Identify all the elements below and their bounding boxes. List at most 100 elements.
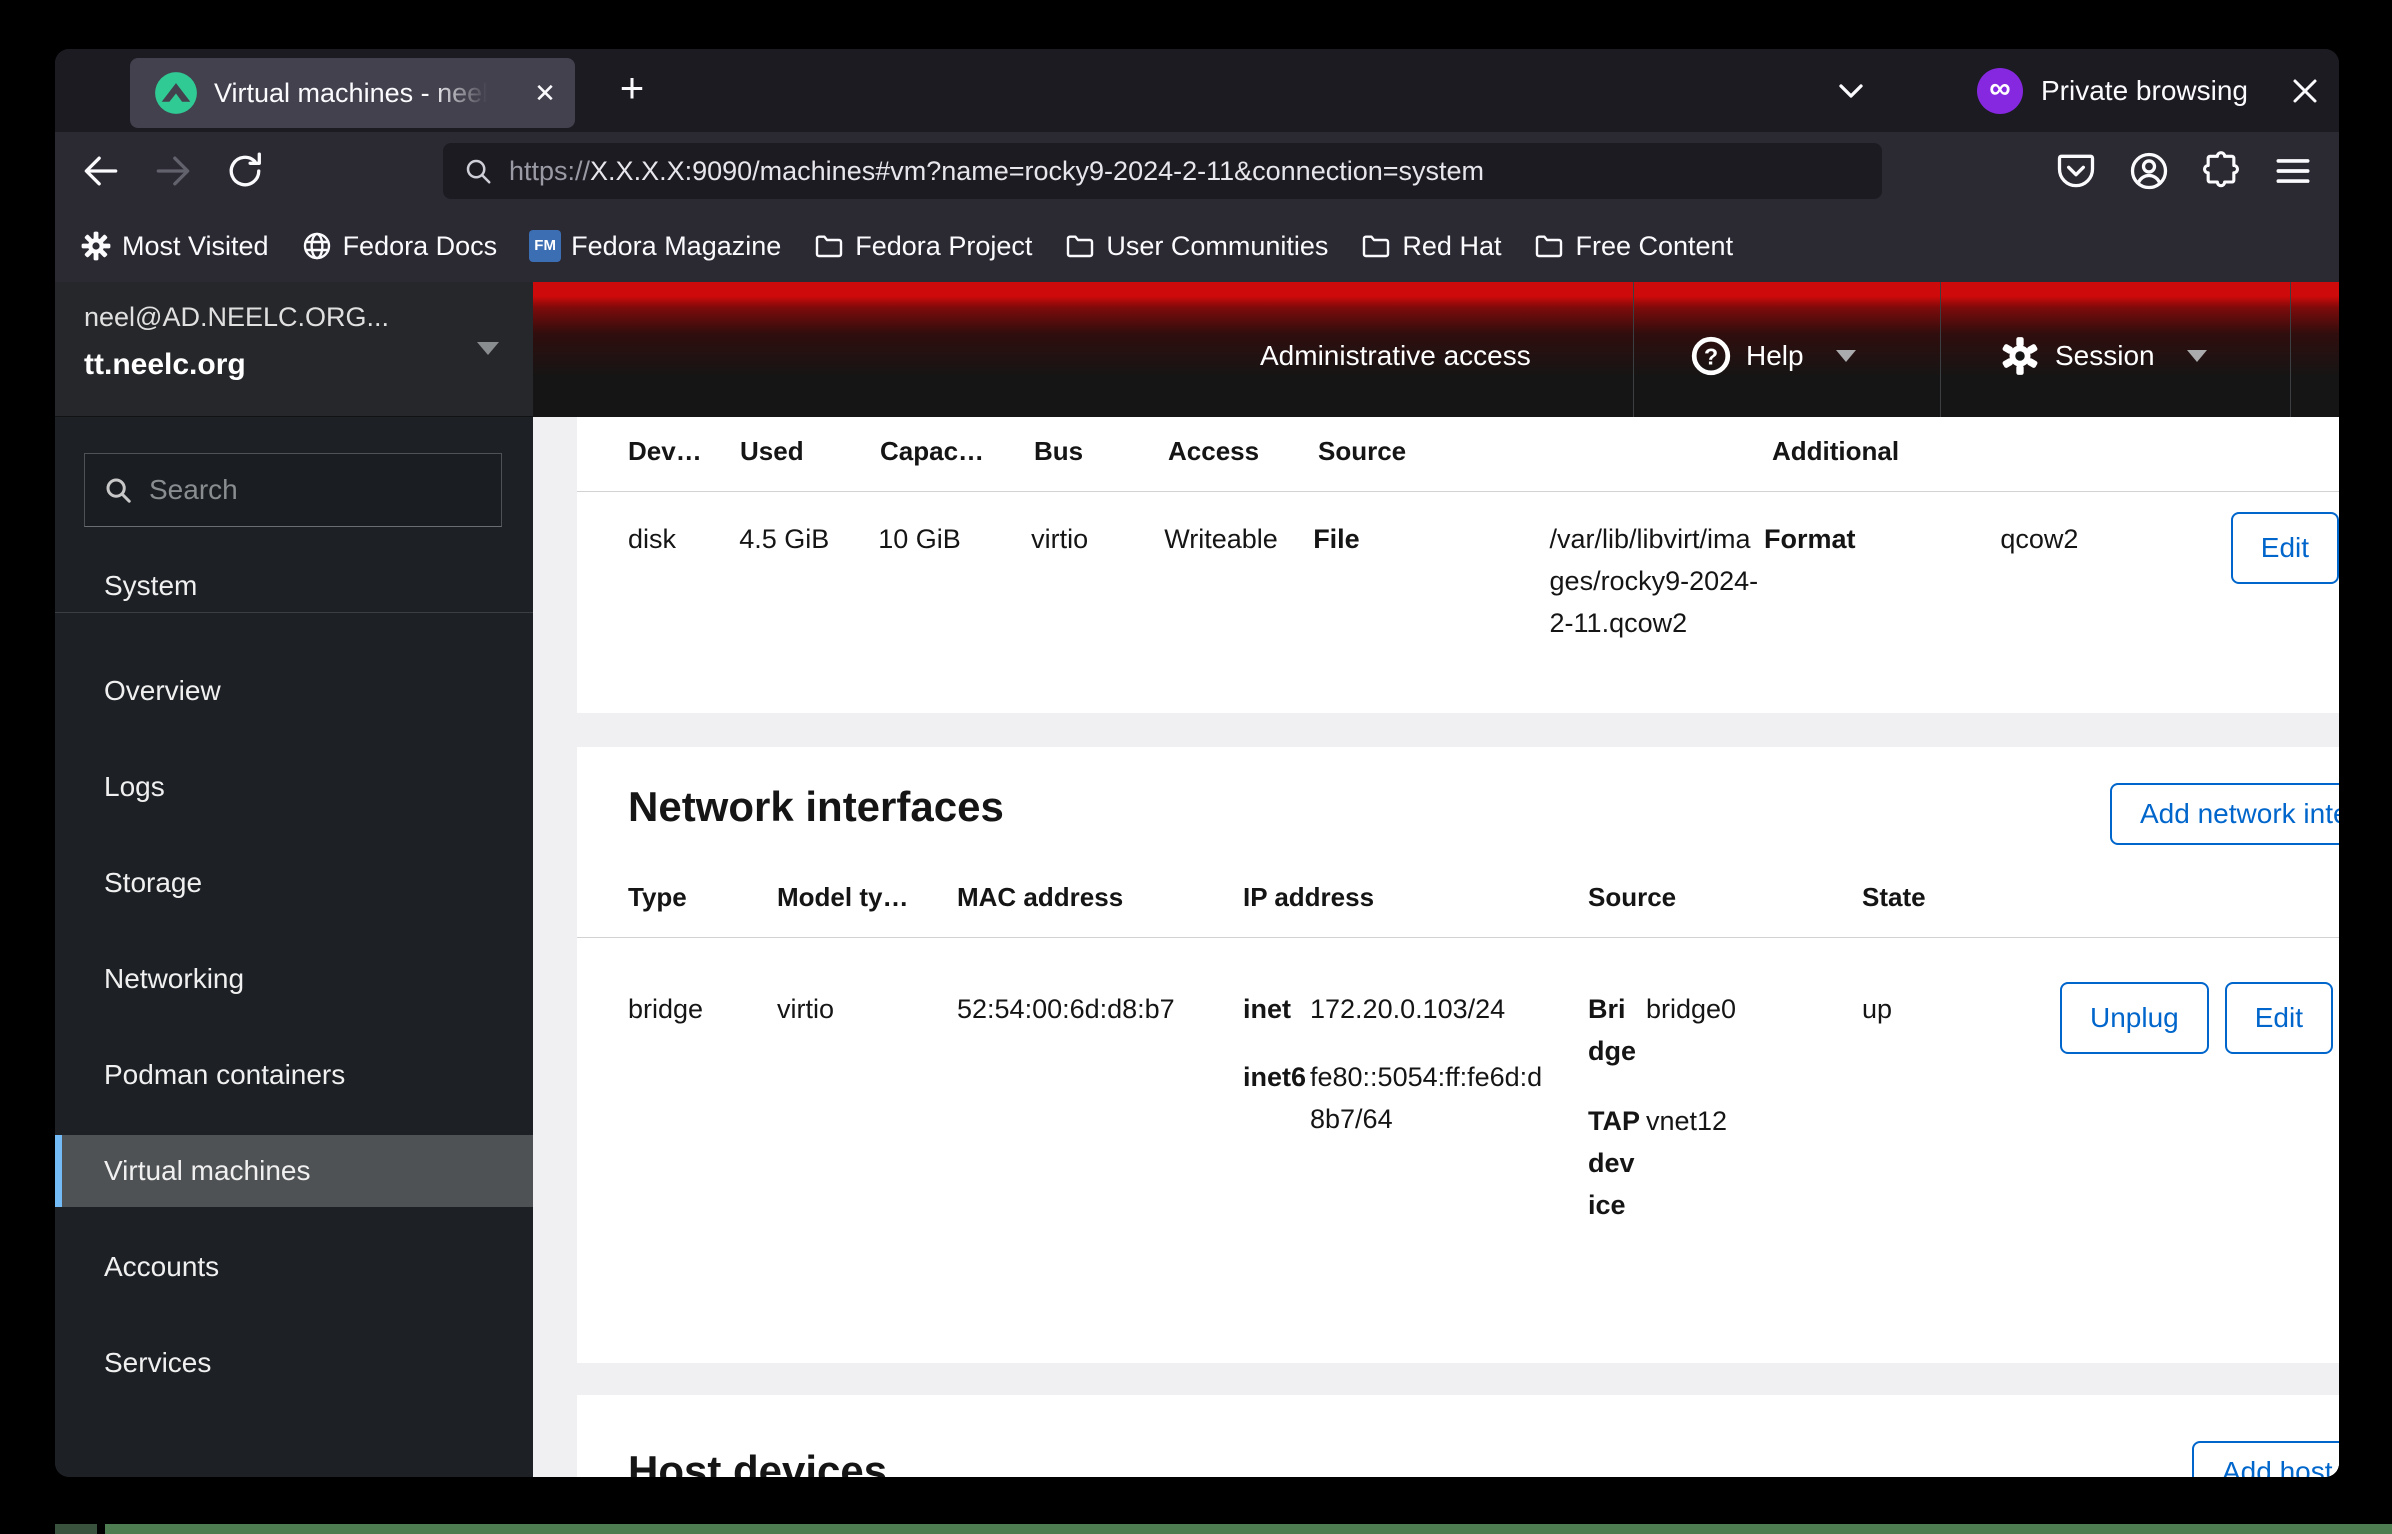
globe-icon (301, 230, 333, 262)
add-host-device-button[interactable]: Add host device (2192, 1441, 2339, 1477)
nic-ip-address: inet172.20.0.103/24 inet6fe80::5054:ff:f… (1243, 988, 1588, 1140)
sidebar-item-services[interactable]: Services (55, 1315, 533, 1411)
col-bus: Bus (1034, 417, 1168, 491)
bookmark-fedora-magazine[interactable]: FM Fedora Magazine (529, 230, 781, 262)
chevron-down-icon (477, 342, 499, 355)
inet6-value: fe80::5054:ff:fe6d:d8b7/64 (1310, 1056, 1550, 1140)
disks-card: Dev… Used Capac… Bus Access Source Addit… (577, 417, 2339, 713)
col-capacity: Capac… (880, 417, 1034, 491)
help-label: Help (1746, 340, 1804, 372)
disk-capacity: 10 GiB (878, 518, 1031, 560)
url-scheme: https:// (509, 156, 590, 186)
host-devices-card: Host devices Add host device (577, 1395, 2339, 1477)
vm-details-page: Dev… Used Capac… Bus Access Source Addit… (533, 417, 2339, 1477)
administrative-access-button[interactable]: Administrative access (1260, 282, 1531, 417)
nic-type: bridge (628, 988, 777, 1030)
sidebar-item-networking[interactable]: Networking (55, 931, 533, 1027)
reload-icon[interactable] (223, 149, 267, 193)
disks-table-header: Dev… Used Capac… Bus Access Source Addit… (577, 417, 2339, 492)
bookmark-free-content[interactable]: Free Content (1533, 230, 1733, 262)
bookmark-user-communities[interactable]: User Communities (1064, 230, 1328, 262)
network-interface-row: bridge virtio 52:54:00:6d:d8:b7 inet172.… (577, 938, 2339, 1226)
sidebar-search[interactable] (84, 453, 502, 527)
bookmark-fedora-docs[interactable]: Fedora Docs (301, 230, 498, 262)
new-tab-button[interactable]: + (607, 65, 657, 115)
sidebar-item-logs[interactable]: Logs (55, 739, 533, 835)
bookmark-label: Free Content (1575, 231, 1733, 262)
nic-unplug-button[interactable]: Unplug (2060, 982, 2209, 1054)
cockpit-sidebar: neel@AD.NEELC.ORG... tt.neelc.org System… (55, 282, 533, 1477)
inet-value: 172.20.0.103/24 (1310, 988, 1550, 1030)
add-network-interface-button[interactable]: Add network interface (2110, 783, 2339, 845)
col-access: Access (1168, 417, 1318, 491)
search-icon (463, 156, 493, 186)
bridge-label: Bridge (1588, 988, 1640, 1072)
col-device: Dev… (628, 417, 740, 491)
extensions-icon[interactable] (2199, 149, 2243, 193)
gear-icon (80, 230, 112, 262)
sidebar-item-podman-containers[interactable]: Podman containers (55, 1027, 533, 1123)
col-model-type: Model ty… (777, 857, 957, 937)
col-ip-address: IP address (1243, 857, 1588, 937)
bridge-value: bridge0 (1646, 988, 1736, 1072)
masthead-divider (1633, 282, 1634, 417)
network-interfaces-title: Network interfaces (628, 783, 1004, 830)
network-table-header: Type Model ty… MAC address IP address So… (577, 863, 2339, 938)
bookmark-fedora-project[interactable]: Fedora Project (813, 230, 1032, 262)
url-text[interactable]: https://X.X.X.X:9090/machines#vm?name=ro… (509, 143, 1484, 199)
pocket-icon[interactable] (2054, 149, 2098, 193)
host-switcher[interactable]: neel@AD.NEELC.ORG... tt.neelc.org (55, 282, 533, 417)
bookmark-label: User Communities (1106, 231, 1328, 262)
disk-format-label: Format (1764, 518, 2000, 560)
sidebar-item-storage[interactable]: Storage (55, 835, 533, 931)
sidebar-item-virtual-machines[interactable]: Virtual machines (55, 1123, 533, 1219)
bookmark-label: Fedora Project (855, 231, 1032, 262)
window-close-icon[interactable] (2285, 71, 2325, 111)
sidebar-divider (55, 612, 533, 613)
disk-edit-button[interactable]: Edit (2231, 512, 2339, 584)
bookmarks-toolbar: Most Visited Fedora Docs FM Fedora Magaz… (55, 210, 2339, 282)
tab-title-fade (431, 58, 497, 128)
bookmark-label: Red Hat (1402, 231, 1501, 262)
session-menu[interactable]: Session (1999, 282, 2207, 417)
list-tabs-chevron-icon[interactable] (1831, 71, 1871, 111)
chevron-down-icon (2187, 350, 2207, 362)
nic-edit-button[interactable]: Edit (2225, 982, 2333, 1054)
folder-icon (1533, 230, 1565, 262)
disk-row: disk 4.5 GiB 10 GiB virtio Writeable Fil… (577, 492, 2339, 644)
nic-source: Bridgebridge0 TAP devicevnet12 (1588, 988, 1862, 1226)
back-icon[interactable] (79, 149, 123, 193)
folder-icon (1360, 230, 1392, 262)
help-menu[interactable]: ? Help (1690, 282, 1856, 417)
tab-close-icon[interactable]: ✕ (529, 77, 561, 109)
bookmark-label: Fedora Docs (343, 231, 498, 262)
host-devices-title: Host devices (628, 1447, 887, 1477)
inet6-label: inet6 (1243, 1056, 1310, 1140)
masthead-divider (2290, 282, 2291, 417)
folder-icon (1064, 230, 1096, 262)
sidebar-item-accounts[interactable]: Accounts (55, 1219, 533, 1315)
search-input[interactable] (149, 474, 479, 506)
bookmark-red-hat[interactable]: Red Hat (1360, 230, 1501, 262)
disk-format-value: qcow2 (2000, 518, 2230, 560)
desktop-edge (105, 1524, 2392, 1534)
tab-bar: Virtual machines - neel@AD.NEELC.ORG ✕ +… (55, 49, 2339, 132)
bookmark-label: Most Visited (122, 231, 269, 262)
hamburger-menu-icon[interactable] (2271, 149, 2315, 193)
fm-favicon: FM (529, 230, 561, 262)
tab-virtual-machines[interactable]: Virtual machines - neel@AD.NEELC.ORG ✕ (130, 58, 575, 128)
navigation-toolbar: https://X.X.X.X:9090/machines#vm?name=ro… (55, 132, 2339, 210)
col-used: Used (740, 417, 880, 491)
cockpit-masthead: Administrative access ? Help Session (533, 282, 2339, 417)
search-icon (103, 475, 133, 505)
disk-device: disk (628, 518, 739, 560)
forward-icon[interactable] (151, 149, 195, 193)
bookmark-most-visited[interactable]: Most Visited (80, 230, 269, 262)
col-mac-address: MAC address (957, 857, 1243, 937)
col-type: Type (628, 857, 777, 937)
rocky-linux-favicon (154, 71, 198, 115)
account-icon[interactable] (2127, 149, 2171, 193)
sidebar-item-system[interactable]: System (104, 570, 197, 602)
url-bar[interactable]: https://X.X.X.X:9090/machines#vm?name=ro… (443, 143, 1882, 199)
sidebar-item-overview[interactable]: Overview (55, 643, 533, 739)
